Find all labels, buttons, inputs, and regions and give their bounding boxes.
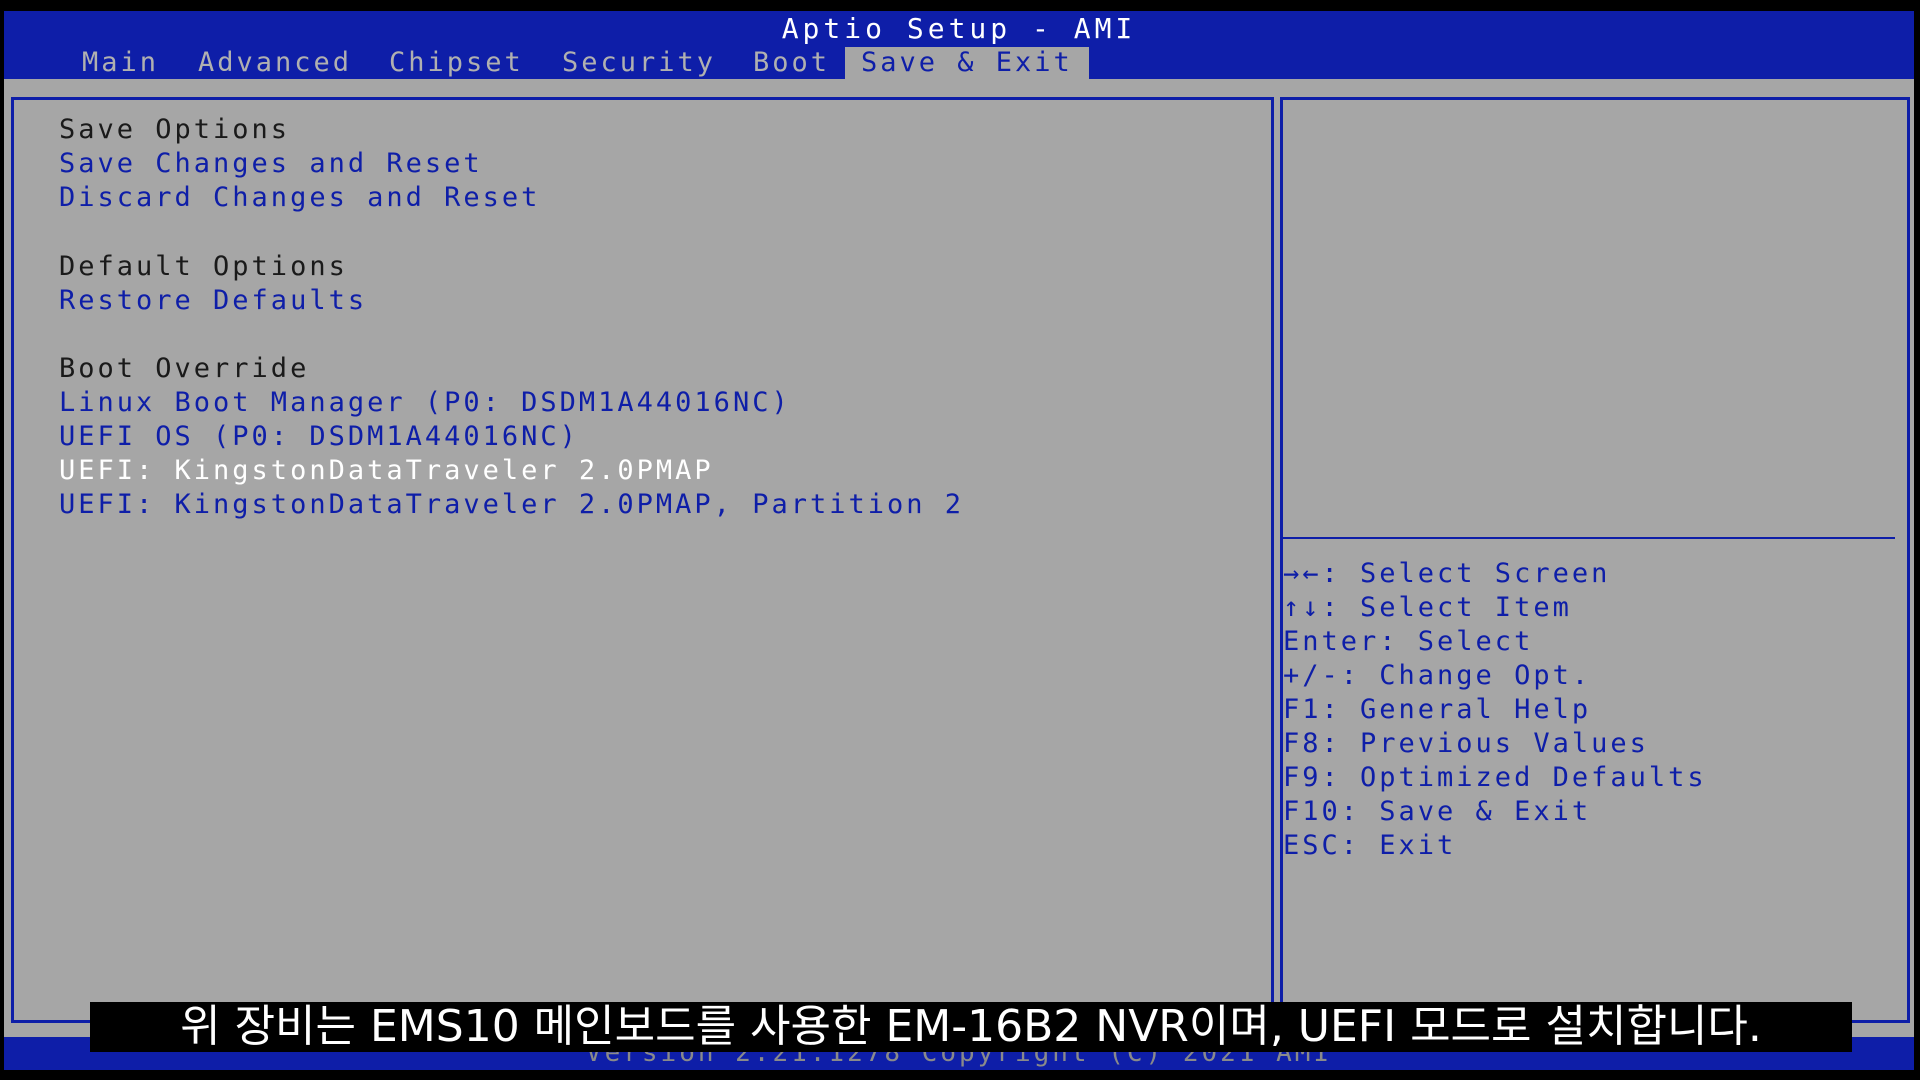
panel-divider bbox=[1271, 97, 1274, 1023]
tab-security[interactable]: Security bbox=[546, 47, 732, 79]
boot-override-item[interactable]: UEFI OS (P0: DSDM1A44016NC) bbox=[59, 420, 579, 454]
boot-override-item[interactable]: UEFI: KingstonDataTraveler 2.0PMAP, Part… bbox=[59, 488, 964, 522]
help-general-help: F1: General Help bbox=[1283, 694, 1592, 725]
video-subtitle: 위 장비는 EMS10 메인보드를 사용한 EM-16B2 NVR이며, UEF… bbox=[90, 1002, 1852, 1052]
tab-advanced[interactable]: Advanced bbox=[182, 47, 368, 79]
boot-override-item-selected[interactable]: UEFI: KingstonDataTraveler 2.0PMAP bbox=[59, 454, 714, 488]
title-bar: Aptio Setup - AMI Main Advanced Chipset … bbox=[4, 11, 1914, 79]
app-title: Aptio Setup - AMI bbox=[781, 12, 1137, 45]
tab-boot[interactable]: Boot bbox=[737, 47, 846, 79]
bios-screen: Aptio Setup - AMI Main Advanced Chipset … bbox=[0, 0, 1920, 1080]
help-optimized-defaults: F9: Optimized Defaults bbox=[1283, 762, 1707, 793]
restore-defaults-item[interactable]: Restore Defaults bbox=[59, 284, 367, 318]
help-save-exit: F10: Save & Exit bbox=[1283, 796, 1592, 827]
help-change-opt: +/-: Change Opt. bbox=[1283, 660, 1592, 691]
main-panel: Save Options Save Changes and Reset Disc… bbox=[4, 79, 1914, 1037]
discard-changes-and-reset-item[interactable]: Discard Changes and Reset bbox=[59, 181, 540, 215]
tab-main[interactable]: Main bbox=[66, 47, 175, 79]
menu-frame bbox=[11, 97, 1274, 1023]
default-options-header: Default Options bbox=[59, 251, 348, 282]
help-enter-select: Enter: Select bbox=[1283, 626, 1534, 657]
help-select-item: ↑↓: Select Item bbox=[1283, 592, 1572, 623]
tab-chipset[interactable]: Chipset bbox=[373, 47, 540, 79]
boot-override-item[interactable]: Linux Boot Manager (P0: DSDM1A44016NC) bbox=[59, 386, 791, 420]
help-previous-values: F8: Previous Values bbox=[1283, 728, 1649, 759]
save-options-header: Save Options bbox=[59, 114, 291, 145]
tab-save-exit[interactable]: Save & Exit bbox=[845, 47, 1089, 79]
help-separator bbox=[1283, 537, 1895, 539]
save-changes-and-reset-item[interactable]: Save Changes and Reset bbox=[59, 147, 483, 181]
boot-override-header: Boot Override bbox=[59, 353, 310, 384]
help-select-screen: →←: Select Screen bbox=[1283, 558, 1611, 589]
tab-bar: Main Advanced Chipset Security Boot Save… bbox=[4, 47, 1914, 79]
help-esc-exit: ESC: Exit bbox=[1283, 830, 1457, 861]
